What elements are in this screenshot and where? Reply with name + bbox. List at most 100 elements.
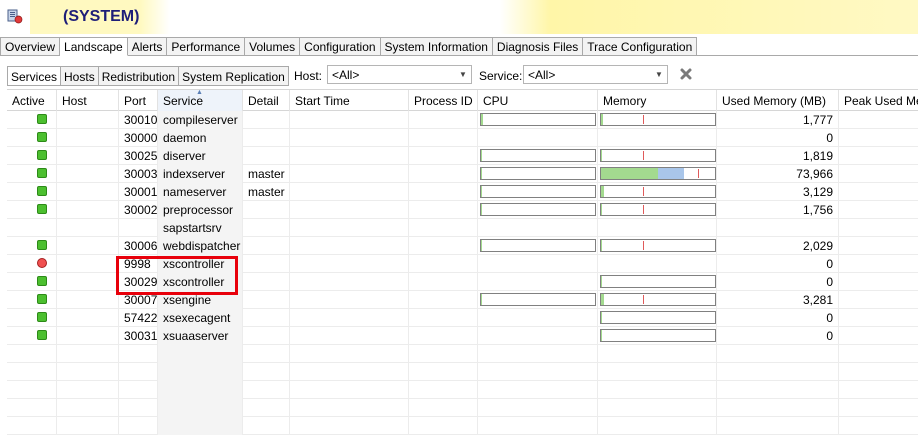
status-active-icon (37, 204, 47, 214)
empty-cell (119, 345, 158, 363)
tab-performance[interactable]: Performance (167, 37, 246, 56)
table-row[interactable]: 30031 xsuaaserver 0 (7, 327, 918, 345)
peak-used-memory-cell (839, 183, 918, 201)
start-time-cell (290, 147, 409, 165)
column-header-host[interactable]: Host (57, 90, 119, 111)
column-header-start-time[interactable]: Start Time (290, 90, 409, 111)
table-row[interactable]: 30003 indexserver master 73,966 (7, 165, 918, 183)
status-active-icon (37, 150, 47, 160)
clear-filter-icon[interactable] (679, 67, 693, 81)
subtab-services[interactable]: Services (7, 66, 62, 86)
empty-cell (290, 417, 409, 435)
chevron-down-icon[interactable]: ▼ (455, 66, 471, 83)
host-cell (57, 201, 119, 219)
tab-system-information[interactable]: System Information (380, 37, 493, 56)
service-filter-dropdown[interactable]: <All> ▼ (523, 65, 668, 84)
table-row[interactable]: 30000 daemon 0 (7, 129, 918, 147)
column-header-port[interactable]: Port (119, 90, 158, 111)
process-id-cell (409, 219, 478, 237)
tab-trace-configuration[interactable]: Trace Configuration (583, 37, 698, 56)
sub-tab-bar: Services Hosts Redistribution System Replic… (7, 66, 289, 86)
table-row[interactable]: 57422 xsexecagent 0 (7, 309, 918, 327)
tab-volumes[interactable]: Volumes (245, 37, 301, 56)
detail-cell (243, 111, 290, 129)
cpu-bar (480, 113, 596, 126)
peak-used-memory-cell (839, 327, 918, 345)
table-row[interactable] (7, 345, 918, 363)
port-cell: 30003 (119, 165, 158, 183)
tab-diagnosis-files[interactable]: Diagnosis Files (492, 37, 584, 56)
table-row[interactable] (7, 399, 918, 417)
table-row[interactable] (7, 363, 918, 381)
host-cell (57, 237, 119, 255)
tab-alerts[interactable]: Alerts (127, 37, 168, 56)
host-cell (57, 111, 119, 129)
empty-cell (598, 381, 717, 399)
host-filter-dropdown[interactable]: <All> ▼ (327, 65, 472, 84)
column-header-active[interactable]: Active (7, 90, 57, 111)
start-time-cell (290, 309, 409, 327)
column-header-memory[interactable]: Memory (598, 90, 717, 111)
cpu-cell (478, 309, 598, 327)
table-row[interactable]: 30001 nameserver master 3,129 (7, 183, 918, 201)
empty-cell (7, 381, 57, 399)
xscontroller-highlight-box (116, 256, 238, 295)
tab-configuration[interactable]: Configuration (300, 37, 381, 56)
table-row[interactable]: 30006 webdispatcher 2,029 (7, 237, 918, 255)
host-cell (57, 165, 119, 183)
empty-cell (717, 417, 839, 435)
active-cell (7, 129, 57, 147)
process-id-cell (409, 291, 478, 309)
column-header-detail[interactable]: Detail (243, 90, 290, 111)
table-row[interactable]: 30010 compileserver 1,777 (7, 111, 918, 129)
subtab-hosts[interactable]: Hosts (61, 66, 99, 86)
used-memory-cell: 3,129 (717, 183, 839, 201)
empty-cell (7, 399, 57, 417)
peak-used-memory-cell (839, 129, 918, 147)
cpu-bar-fill (481, 168, 482, 179)
memory-bar (600, 113, 716, 126)
table-row[interactable] (7, 417, 918, 435)
chevron-down-icon[interactable]: ▼ (651, 66, 667, 83)
column-header-cpu[interactable]: CPU (478, 90, 598, 111)
cpu-bar (480, 149, 596, 162)
column-header-peak-used-me[interactable]: Peak Used Me (839, 90, 918, 111)
memory-cell (598, 183, 717, 201)
subtab-system-replication[interactable]: System Replication (179, 66, 289, 86)
cpu-bar-fill (481, 240, 482, 251)
subtab-redistribution[interactable]: Redistribution (98, 66, 180, 86)
table-row[interactable]: 30002 preprocessor 1,756 (7, 201, 918, 219)
host-filter-label: Host: (294, 69, 323, 83)
port-cell: 30010 (119, 111, 158, 129)
column-header-used-memory-mb[interactable]: Used Memory (MB) (717, 90, 839, 111)
empty-cell (57, 417, 119, 435)
service-cell: sapstartsrv (158, 219, 243, 237)
status-active-icon (37, 294, 47, 304)
memory-used-fill (601, 240, 602, 251)
empty-cell (478, 363, 598, 381)
column-header-service[interactable]: Service ▲ (158, 89, 243, 111)
status-active-icon (37, 132, 47, 142)
memory-used-fill (601, 168, 658, 179)
used-memory-cell (717, 219, 839, 237)
port-cell: 30006 (119, 237, 158, 255)
empty-cell (478, 417, 598, 435)
cpu-bar-fill (481, 186, 482, 197)
cpu-cell (478, 291, 598, 309)
detail-cell (243, 309, 290, 327)
empty-cell (7, 345, 57, 363)
process-id-cell (409, 309, 478, 327)
tab-overview[interactable]: Overview (0, 37, 61, 56)
port-cell: 57422 (119, 309, 158, 327)
column-header-process-id[interactable]: Process ID (409, 90, 478, 111)
table-row[interactable]: 30025 diserver 1,819 (7, 147, 918, 165)
start-time-cell (290, 219, 409, 237)
empty-cell (57, 399, 119, 417)
empty-cell (717, 345, 839, 363)
service-cell: diserver (158, 147, 243, 165)
tab-landscape[interactable]: Landscape (60, 37, 128, 56)
detail-cell (243, 273, 290, 291)
table-row[interactable]: sapstartsrv (7, 219, 918, 237)
peak-used-memory-cell (839, 165, 918, 183)
table-row[interactable] (7, 381, 918, 399)
